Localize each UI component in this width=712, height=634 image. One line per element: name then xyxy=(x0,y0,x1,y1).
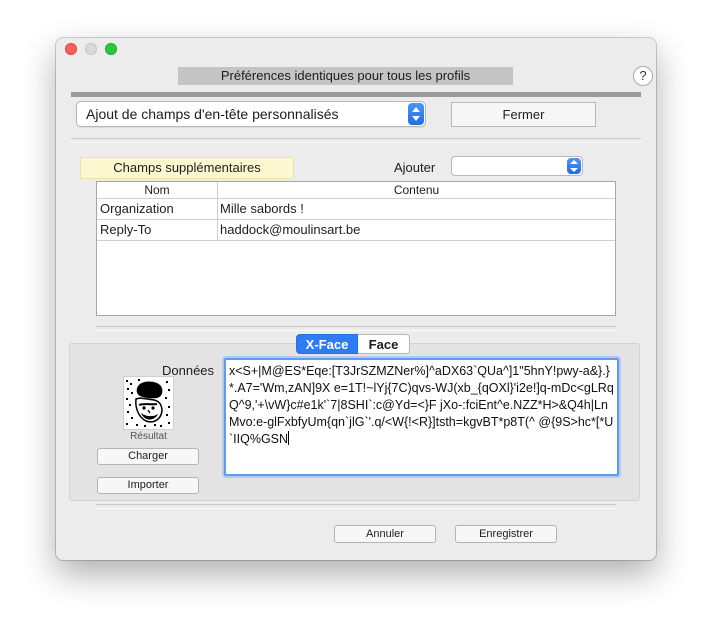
header-name-cell[interactable]: Organization xyxy=(97,199,218,219)
divider xyxy=(96,326,616,331)
popup-arrows-icon xyxy=(408,103,424,125)
divider xyxy=(96,504,616,509)
result-caption: Résultat xyxy=(130,431,167,442)
tab-face[interactable]: Face xyxy=(358,334,410,354)
preferences-window: Préférences identiques pour tous les pro… xyxy=(56,38,656,560)
table-row[interactable]: Organization Mille sabords ! xyxy=(97,199,615,220)
xface-preview-image xyxy=(123,376,174,430)
column-header-content[interactable]: Contenu xyxy=(218,182,615,198)
xface-data-text: x<S+|M@ES*Eqe:[T3JrSZMZNer%]^aDX63`QUa^]… xyxy=(229,364,614,446)
face-portrait-icon xyxy=(124,377,173,429)
add-header-select[interactable] xyxy=(451,156,583,176)
section-select[interactable]: Ajout de champs d'en-tête personnalisés xyxy=(76,101,426,127)
help-button[interactable]: ? xyxy=(633,66,653,86)
header-value-cell[interactable]: Mille sabords ! xyxy=(218,199,615,219)
add-label: Ajouter xyxy=(394,160,436,175)
divider xyxy=(71,138,641,143)
minimize-window-button[interactable] xyxy=(85,43,97,55)
cancel-button[interactable]: Annuler xyxy=(334,525,436,543)
header-name-cell[interactable]: Reply-To xyxy=(97,220,218,240)
headers-table: Nom Contenu Organization Mille sabords !… xyxy=(96,181,616,316)
zoom-window-button[interactable] xyxy=(105,43,117,55)
popup-arrows-icon xyxy=(567,158,581,174)
face-tabs: X-Face Face xyxy=(296,334,410,354)
save-button[interactable]: Enregistrer xyxy=(455,525,557,543)
header-value-cell[interactable]: haddock@moulinsart.be xyxy=(218,220,615,240)
column-header-name[interactable]: Nom xyxy=(97,182,218,198)
import-button[interactable]: Importer xyxy=(97,477,199,494)
close-window-button[interactable] xyxy=(65,43,77,55)
load-button[interactable]: Charger xyxy=(97,448,199,465)
close-button[interactable]: Fermer xyxy=(451,102,596,127)
xface-data-textarea[interactable]: x<S+|M@ES*Eqe:[T3JrSZMZNer%]^aDX63`QUa^]… xyxy=(224,358,619,476)
section-select-label: Ajout de champs d'en-tête personnalisés xyxy=(86,106,339,122)
tab-xface[interactable]: X-Face xyxy=(296,334,358,354)
extra-fields-label: Champs supplémentaires xyxy=(80,157,294,179)
text-caret xyxy=(288,431,290,445)
header-divider xyxy=(71,92,641,97)
header-title: Préférences identiques pour tous les pro… xyxy=(178,67,513,85)
table-header: Nom Contenu xyxy=(97,182,615,199)
table-row[interactable]: Reply-To haddock@moulinsart.be xyxy=(97,220,615,241)
title-bar xyxy=(56,38,656,60)
